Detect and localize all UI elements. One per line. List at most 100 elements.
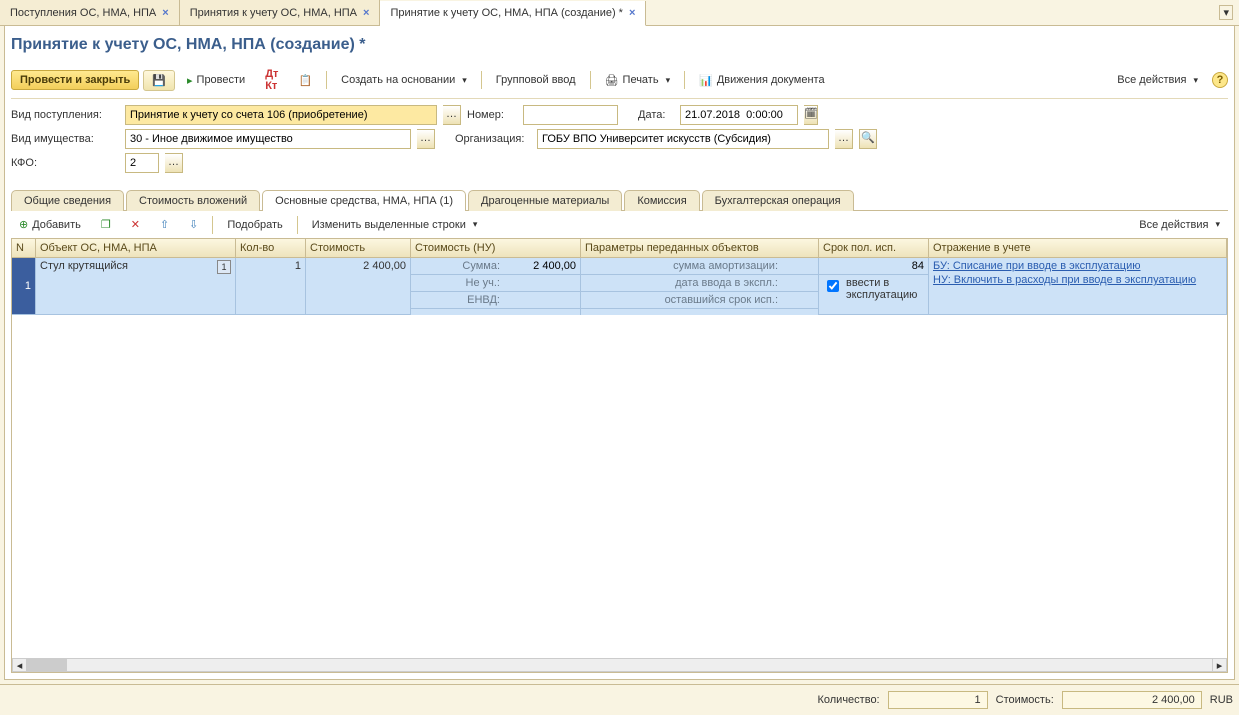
calendar-icon[interactable]: 🗓 — [804, 105, 818, 125]
all-actions-button[interactable]: Все действия — [1109, 71, 1206, 89]
subtab-cost[interactable]: Стоимость вложений — [126, 190, 260, 211]
group-input-button[interactable]: Групповой ввод — [488, 71, 584, 89]
col-obj[interactable]: Объект ОС, НМА, НПА — [36, 239, 236, 257]
document-content: Принятие к учету ОС, НМА, НПА (создание)… — [4, 26, 1235, 680]
post-and-close-button[interactable]: Провести и закрыть — [11, 70, 139, 90]
org-open[interactable]: 🔍 — [859, 129, 877, 149]
edit-rows-button[interactable]: Изменить выделенные строки — [304, 216, 486, 234]
obj-text: Стул крутящийся — [40, 260, 128, 272]
subtabs: Общие сведения Стоимость вложений Основн… — [11, 189, 1228, 211]
arrow-up-icon: ⇧ — [160, 218, 169, 231]
movements-button[interactable]: 📊Движения документа — [691, 71, 833, 90]
grid-body[interactable]: 1 Стул крутящийся 1 1 2 400,00 Сумма:2 4… — [12, 258, 1227, 658]
clipboard-button[interactable]: 📋 — [290, 71, 320, 90]
post-button[interactable]: ▸Провести — [179, 71, 253, 90]
move-up-button[interactable]: ⇧ — [152, 215, 177, 234]
cell-cost: 2 400,00 — [306, 258, 411, 315]
status-bar: Количество: 1 Стоимость: 2 400,00 RUB — [0, 684, 1239, 715]
copy-icon: ❐ — [101, 218, 111, 231]
vid-post-picker[interactable]: … — [443, 105, 461, 125]
cell-n: 1 — [12, 258, 36, 315]
tab-2[interactable]: Принятия к учету ОС, НМА, НПА × — [180, 0, 381, 25]
print-icon: 🖨 — [605, 74, 619, 87]
tab-label: Принятия к учету ОС, НМА, НПА — [190, 7, 357, 19]
cell-params: сумма амортизации: дата ввода в экспл.: … — [581, 258, 819, 315]
vid-post-input[interactable] — [125, 105, 437, 125]
copy-button[interactable]: ❐ — [93, 215, 119, 234]
col-qty[interactable]: Кол-во — [236, 239, 306, 257]
vid-im-input[interactable] — [125, 129, 411, 149]
window-menu-icon[interactable]: ▾ — [1219, 5, 1233, 20]
reflect-nu-link[interactable]: НУ: Включить в расходы при вводе в экспл… — [933, 274, 1196, 286]
add-icon: ⊕ — [19, 218, 28, 231]
date-input[interactable] — [680, 105, 798, 125]
dtkt-button[interactable]: ДтКт — [257, 65, 286, 95]
cost-label: Стоимость: — [996, 694, 1054, 706]
table-row[interactable]: 1 Стул крутящийся 1 1 2 400,00 Сумма:2 4… — [12, 258, 1227, 315]
pick-button[interactable]: Подобрать — [219, 216, 290, 234]
tab-3[interactable]: Принятие к учету ОС, НМА, НПА (создание)… — [380, 1, 646, 26]
delete-icon: ✕ — [131, 218, 140, 231]
cell-obj: Стул крутящийся 1 — [36, 258, 236, 315]
close-icon[interactable]: × — [363, 7, 369, 19]
delete-button[interactable]: ✕ — [123, 215, 148, 234]
commission-checkbox[interactable] — [827, 280, 839, 292]
dtkt-icon: ДтКт — [265, 68, 278, 92]
subtab-precious[interactable]: Драгоценные материалы — [468, 190, 622, 211]
org-input[interactable] — [537, 129, 829, 149]
qty-label: Количество: — [817, 694, 879, 706]
save-icon: 💾 — [152, 74, 166, 87]
move-down-button[interactable]: ⇩ — [181, 215, 206, 234]
help-icon[interactable]: ? — [1212, 72, 1228, 88]
tab-1[interactable]: Поступления ОС, НМА, НПА × — [0, 0, 180, 25]
scroll-thumb[interactable] — [27, 659, 67, 671]
col-params[interactable]: Параметры переданных объектов — [581, 239, 819, 257]
subtab-general[interactable]: Общие сведения — [11, 190, 124, 211]
col-cost-nu[interactable]: Стоимость (НУ) — [411, 239, 581, 257]
grid-all-actions-button[interactable]: Все действия — [1131, 216, 1228, 234]
obj-count-badge: 1 — [217, 260, 231, 274]
main-toolbar: Провести и закрыть 💾 ▸Провести ДтКт 📋 Со… — [11, 62, 1228, 99]
currency-label: RUB — [1210, 694, 1233, 706]
reflect-bu-link[interactable]: БУ: Списание при вводе в эксплуатацию — [933, 260, 1141, 272]
cell-life: 84 ввести в эксплуатацию — [819, 258, 929, 315]
cell-qty: 1 — [236, 258, 306, 315]
col-cost[interactable]: Стоимость — [306, 239, 411, 257]
horizontal-scrollbar[interactable]: ◂ ▸ — [12, 658, 1227, 672]
kfo-label: КФО: — [11, 157, 119, 169]
save-button[interactable]: 💾 — [143, 70, 175, 91]
org-picker[interactable]: … — [835, 129, 853, 149]
cell-cost-nu: Сумма:2 400,00 Не уч.: ЕНВД: — [411, 258, 581, 315]
vid-im-label: Вид имущества: — [11, 133, 119, 145]
subtab-buh[interactable]: Бухгалтерская операция — [702, 190, 854, 211]
add-button[interactable]: ⊕Добавить — [11, 215, 89, 234]
post-icon: ▸ — [187, 74, 193, 87]
window-tabs: Поступления ОС, НМА, НПА × Принятия к уч… — [0, 0, 1239, 26]
vid-im-picker[interactable]: … — [417, 129, 435, 149]
subtab-commission[interactable]: Комиссия — [624, 190, 699, 211]
kfo-picker[interactable]: … — [165, 153, 183, 173]
subtab-os[interactable]: Основные средства, НМА, НПА (1) — [262, 190, 466, 211]
tab-label: Поступления ОС, НМА, НПА — [10, 7, 156, 19]
cost-value: 2 400,00 — [1062, 691, 1202, 709]
create-based-button[interactable]: Создать на основании — [333, 71, 475, 89]
close-icon[interactable]: × — [162, 7, 168, 19]
org-label: Организация: — [455, 133, 531, 145]
commission-label: ввести в эксплуатацию — [846, 277, 924, 301]
close-icon[interactable]: × — [629, 7, 635, 19]
col-life[interactable]: Срок пол. исп. — [819, 239, 929, 257]
scroll-right-icon[interactable]: ▸ — [1212, 659, 1226, 671]
os-grid: N Объект ОС, НМА, НПА Кол-во Стоимость С… — [11, 238, 1228, 673]
grid-header: N Объект ОС, НМА, НПА Кол-во Стоимость С… — [12, 239, 1227, 258]
clipboard-icon: 📋 — [298, 74, 312, 87]
col-reflect[interactable]: Отражение в учете — [929, 239, 1227, 257]
print-button[interactable]: 🖨Печать — [597, 71, 679, 90]
number-label: Номер: — [467, 109, 517, 121]
number-input[interactable] — [523, 105, 618, 125]
header-form: Вид поступления: … Номер: Дата: 🗓 Вид им… — [11, 99, 1228, 183]
movements-icon: 📊 — [699, 74, 713, 87]
scroll-left-icon[interactable]: ◂ — [13, 659, 27, 671]
page-title: Принятие к учету ОС, НМА, НПА (создание)… — [11, 32, 1228, 62]
kfo-input[interactable] — [125, 153, 159, 173]
col-n[interactable]: N — [12, 239, 36, 257]
